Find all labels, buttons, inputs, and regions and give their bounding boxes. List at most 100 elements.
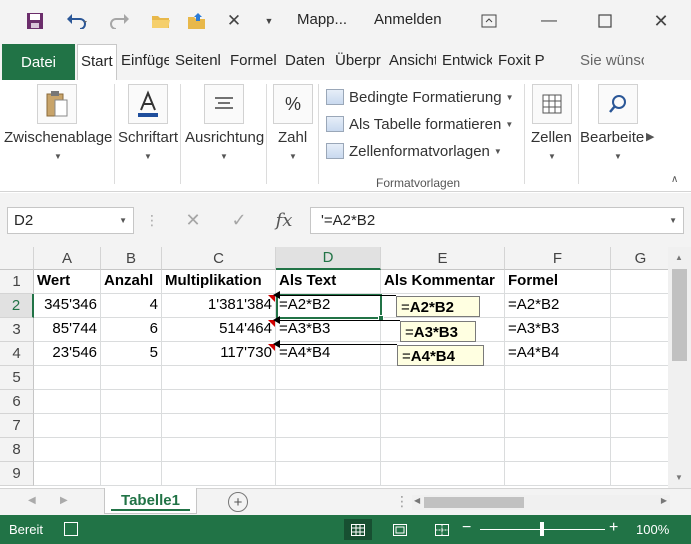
- column-header-f[interactable]: F: [505, 247, 611, 270]
- cell-b6[interactable]: [101, 390, 162, 414]
- row-header-5[interactable]: 5: [0, 366, 34, 390]
- cell-d3[interactable]: =A3*B3: [276, 318, 381, 342]
- row-header-3[interactable]: 3: [0, 318, 34, 342]
- alignment-button[interactable]: [204, 84, 244, 124]
- cancel-icon[interactable]: ✕: [180, 207, 206, 234]
- sign-in-link[interactable]: Anmelden: [374, 11, 442, 28]
- collapse-ribbon-icon[interactable]: ∧: [671, 174, 678, 185]
- cell-d7[interactable]: [276, 414, 381, 438]
- cell-d8[interactable]: [276, 438, 381, 462]
- column-header-c[interactable]: C: [162, 247, 276, 270]
- clipboard-button[interactable]: [37, 84, 77, 124]
- group-font[interactable]: Schriftart: [118, 129, 178, 146]
- tab-insert[interactable]: Einfüge: [121, 52, 169, 69]
- cell-c5[interactable]: [162, 366, 276, 390]
- next-sheet-icon[interactable]: ▶: [60, 495, 68, 506]
- cell-c6[interactable]: [162, 390, 276, 414]
- macro-record-icon[interactable]: [64, 522, 78, 536]
- formula-input[interactable]: '=A2*B2 ▼: [310, 207, 684, 234]
- tab-home[interactable]: Start: [77, 44, 117, 81]
- cell-c1[interactable]: Multiplikation: [162, 270, 276, 294]
- cell-g5[interactable]: [611, 366, 668, 390]
- zoom-slider-thumb[interactable]: [540, 522, 544, 536]
- group-clipboard[interactable]: Zwischenablage: [4, 129, 112, 146]
- cell-g7[interactable]: [611, 414, 668, 438]
- horizontal-scroll-thumb[interactable]: [424, 497, 524, 508]
- cell-c8[interactable]: [162, 438, 276, 462]
- zoom-out-button[interactable]: −: [462, 519, 471, 537]
- cell-d2[interactable]: =A2*B2: [276, 294, 381, 318]
- customize-toolbar-icon[interactable]: ▼: [262, 10, 276, 32]
- cell-f8[interactable]: [505, 438, 611, 462]
- undo-icon[interactable]: [62, 10, 92, 32]
- cell-e5[interactable]: [381, 366, 505, 390]
- cell-d9[interactable]: [276, 462, 381, 486]
- cell-a2[interactable]: 345'346: [34, 294, 101, 318]
- vertical-scroll-thumb[interactable]: [672, 269, 687, 361]
- editing-button[interactable]: [598, 84, 638, 124]
- vertical-scrollbar[interactable]: ▲ ▼: [668, 247, 691, 488]
- cell-c3[interactable]: 514'464: [162, 318, 276, 342]
- cell-b3[interactable]: 6: [101, 318, 162, 342]
- column-header-e[interactable]: E: [381, 247, 505, 270]
- cell-f3[interactable]: =A3*B3: [505, 318, 611, 342]
- font-button[interactable]: [128, 84, 168, 124]
- open-folder-icon[interactable]: [150, 10, 172, 32]
- cell-a8[interactable]: [34, 438, 101, 462]
- cell-g6[interactable]: [611, 390, 668, 414]
- cell-b9[interactable]: [101, 462, 162, 486]
- horizontal-scrollbar[interactable]: ◀ ▶: [412, 495, 670, 510]
- tab-foxit[interactable]: Foxit P: [498, 52, 546, 69]
- group-cells[interactable]: Zellen: [531, 129, 572, 146]
- row-header-4[interactable]: 4: [0, 342, 34, 366]
- cell-a5[interactable]: [34, 366, 101, 390]
- add-sheet-button[interactable]: +: [228, 492, 248, 512]
- select-all-corner[interactable]: [0, 247, 34, 270]
- cell-f9[interactable]: [505, 462, 611, 486]
- scroll-left-icon[interactable]: ◀: [414, 496, 420, 505]
- cell-f5[interactable]: [505, 366, 611, 390]
- cell-d1[interactable]: Als Text: [276, 270, 381, 294]
- cells-button[interactable]: [532, 84, 572, 124]
- cell-c9[interactable]: [162, 462, 276, 486]
- row-header-7[interactable]: 7: [0, 414, 34, 438]
- comment-box[interactable]: =A2*B2: [396, 296, 480, 317]
- cell-g2[interactable]: [611, 294, 668, 318]
- column-header-d[interactable]: D: [276, 247, 381, 270]
- group-editing[interactable]: Bearbeite: [580, 129, 644, 146]
- cell-d5[interactable]: [276, 366, 381, 390]
- name-box[interactable]: D2 ▼: [7, 207, 134, 234]
- cell-e1[interactable]: Als Kommentar: [381, 270, 505, 294]
- column-header-b[interactable]: B: [101, 247, 162, 270]
- column-header-g[interactable]: G: [611, 247, 668, 270]
- open-recent-icon[interactable]: [186, 10, 208, 32]
- group-number[interactable]: Zahl: [278, 129, 307, 146]
- tab-file[interactable]: Datei: [2, 44, 75, 80]
- close-window-icon[interactable]: ✕: [650, 10, 672, 32]
- tab-data[interactable]: Daten: [285, 52, 329, 69]
- cell-f4[interactable]: =A4*B4: [505, 342, 611, 366]
- cell-e7[interactable]: [381, 414, 505, 438]
- cell-g1[interactable]: [611, 270, 668, 294]
- cell-styles-button[interactable]: Zellenformatvorlagen ▼: [326, 140, 502, 162]
- cell-f1[interactable]: Formel: [505, 270, 611, 294]
- tab-formulas[interactable]: Formel: [230, 52, 278, 69]
- sheet-tab-tabelle1[interactable]: Tabelle1: [104, 488, 197, 514]
- cell-d4[interactable]: =A4*B4: [276, 342, 381, 366]
- cell-c7[interactable]: [162, 414, 276, 438]
- number-format-button[interactable]: %: [273, 84, 313, 124]
- cell-a4[interactable]: 23'546: [34, 342, 101, 366]
- row-header-1[interactable]: 1: [0, 270, 34, 294]
- cell-f6[interactable]: [505, 390, 611, 414]
- cell-e9[interactable]: [381, 462, 505, 486]
- tab-page-layout[interactable]: Seitenl: [175, 52, 223, 69]
- cell-g8[interactable]: [611, 438, 668, 462]
- cell-a1[interactable]: Wert: [34, 270, 101, 294]
- chevron-right-icon[interactable]: ▶: [646, 130, 654, 143]
- row-header-8[interactable]: 8: [0, 438, 34, 462]
- page-layout-view-button[interactable]: [386, 519, 414, 540]
- conditional-formatting-button[interactable]: Bedingte Formatierung ▼: [326, 86, 514, 108]
- cell-b8[interactable]: [101, 438, 162, 462]
- minimize-icon[interactable]: —: [538, 10, 560, 32]
- cell-c4[interactable]: 117'730: [162, 342, 276, 366]
